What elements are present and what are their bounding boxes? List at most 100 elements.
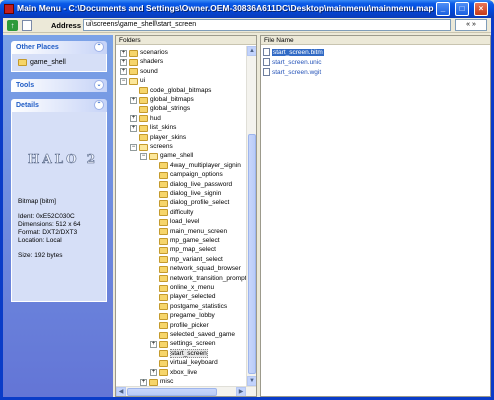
tree-item-label: shaders <box>140 58 164 66</box>
folder-icon <box>159 359 168 367</box>
details-ident: Ident: 0xE52C030C <box>18 213 75 220</box>
file-item[interactable]: start_screen.bitm <box>263 48 324 58</box>
title-bar[interactable]: Main Menu - C:\Documents and Settings\Ow… <box>0 0 494 18</box>
folder-icon <box>159 322 168 330</box>
expander-icon[interactable]: + <box>140 378 147 386</box>
details-header[interactable]: Details ⌃ <box>11 99 107 112</box>
folder-icon <box>159 265 168 273</box>
hscroll-thumb[interactable] <box>127 388 217 396</box>
tree-item-label: sound <box>140 67 158 75</box>
scroll-left-icon[interactable]: ◀ <box>116 387 126 396</box>
folder-icon <box>159 331 168 339</box>
expander-icon[interactable]: + <box>150 340 157 348</box>
tree-item-label: ui <box>140 77 146 85</box>
folder-icon <box>159 228 168 236</box>
expander-icon[interactable]: + <box>130 115 137 123</box>
tree-item-label: network_squad_browser <box>170 265 241 273</box>
other-places-link-game-shell[interactable]: game_shell <box>18 59 66 66</box>
folder-icon <box>129 49 138 57</box>
files-pane: File Name start_screen.bitm start_screen.… <box>260 35 491 397</box>
task-pane: Other Places ⌃ game_shell Tools ⌄ Detail… <box>3 35 113 397</box>
folders-header: Folders <box>116 36 256 45</box>
folder-icon <box>139 96 148 104</box>
tree-item-label: main_menu_screen <box>170 227 228 235</box>
tree-item-label: profile_picker <box>170 321 209 329</box>
address-bar: ↑ Address ui\screens\game_shell\start_sc… <box>3 18 491 33</box>
tree-item-label: start_screen <box>170 348 208 358</box>
file-name-column-header[interactable]: File Name <box>261 36 490 45</box>
address-input[interactable]: ui\screens\game_shell\start_screen <box>83 19 451 31</box>
file-icon <box>263 68 270 77</box>
folder-icon <box>159 218 168 226</box>
tree-item-label: player_selected <box>170 293 216 301</box>
scroll-up-icon[interactable]: ▲ <box>247 46 256 56</box>
tree-item-label: global_bitmaps <box>150 96 194 103</box>
expander-icon[interactable]: − <box>120 77 127 85</box>
tree-item-label: load_level <box>170 218 200 226</box>
folder-icon <box>149 152 158 160</box>
expander-icon[interactable]: + <box>150 369 157 377</box>
collapse-chevron-icon[interactable]: ⌃ <box>94 100 104 110</box>
folder-icon <box>139 134 148 142</box>
up-folder-icon[interactable]: ↑ <box>7 20 18 31</box>
folder-icon <box>159 275 168 283</box>
folder-icon <box>159 246 168 254</box>
expander-icon[interactable]: + <box>120 49 127 57</box>
expander-icon[interactable]: + <box>120 68 127 76</box>
expander-icon[interactable]: + <box>130 124 137 132</box>
expander-icon[interactable]: + <box>120 58 127 66</box>
folder-icon <box>159 284 168 292</box>
details-size: Size: 192 bytes <box>18 252 63 259</box>
folder-icon <box>159 190 168 198</box>
expand-chevron-icon[interactable]: ⌄ <box>94 80 104 90</box>
maximize-button[interactable]: □ <box>455 2 469 16</box>
scroll-down-icon[interactable]: ▼ <box>247 376 256 386</box>
folder-icon <box>159 312 168 320</box>
file-icon <box>263 48 270 57</box>
other-places-header[interactable]: Other Places ⌃ <box>11 41 107 54</box>
folder-icon <box>159 340 168 348</box>
file-icon <box>263 58 270 67</box>
folder-icon <box>18 59 27 66</box>
tree-item-label: screens <box>150 143 173 150</box>
tree-item-label: mp_game_select <box>170 237 220 244</box>
close-button[interactable]: × <box>474 2 488 16</box>
details-title: Details <box>16 102 39 109</box>
folders-horizontal-scrollbar[interactable]: ◀ ▶ <box>116 386 256 396</box>
expander-icon[interactable]: − <box>140 152 147 160</box>
folder-icon <box>159 369 168 377</box>
document-icon[interactable] <box>22 20 32 31</box>
tree-item-label: list_skins <box>150 124 177 132</box>
details-location: Location: Local <box>18 237 62 244</box>
other-places-body: game_shell <box>11 54 107 72</box>
client-area: ↑ Address ui\screens\game_shell\start_sc… <box>3 18 491 397</box>
other-places-title: Other Places <box>16 44 59 51</box>
tree-item-label: 4way_multiplayer_signin <box>170 161 241 169</box>
expander-icon[interactable]: − <box>130 143 137 151</box>
folder-icon <box>159 303 168 311</box>
folder-icon <box>159 237 168 245</box>
tree-item-label: settings_screen <box>170 340 216 348</box>
tree-item-label: xbox_live <box>170 368 198 376</box>
collapse-chevron-icon[interactable]: ⌃ <box>94 42 104 52</box>
file-item-label: start_screen.wgit <box>272 69 322 76</box>
scroll-thumb[interactable] <box>248 134 256 374</box>
folder-icon <box>129 77 138 85</box>
tree-item-label: code_global_bitmaps <box>150 86 212 94</box>
tree-item-label: online_x_menu <box>170 284 215 291</box>
tree-item-label: selected_saved_game <box>170 331 236 338</box>
folder-icon <box>139 124 148 132</box>
file-item[interactable]: start_screen.wgit <box>263 68 321 78</box>
tree-item-label: difficulty <box>170 208 194 216</box>
go-button[interactable]: « » <box>455 19 487 31</box>
folders-pane: Folders + scenarios + shaders + sound − ui code_… <box>115 35 257 397</box>
expander-icon[interactable]: + <box>130 96 137 104</box>
tools-header[interactable]: Tools ⌄ <box>11 79 107 92</box>
minimize-button[interactable]: _ <box>436 2 450 16</box>
folder-icon <box>159 199 168 207</box>
file-item-label: start_screen.bitm <box>272 49 324 56</box>
file-item[interactable]: start_screen.unic <box>263 58 322 68</box>
folders-vertical-scrollbar[interactable]: ▲ ▼ <box>246 46 256 386</box>
folder-icon <box>149 378 158 386</box>
scroll-right-icon[interactable]: ▶ <box>236 387 246 396</box>
